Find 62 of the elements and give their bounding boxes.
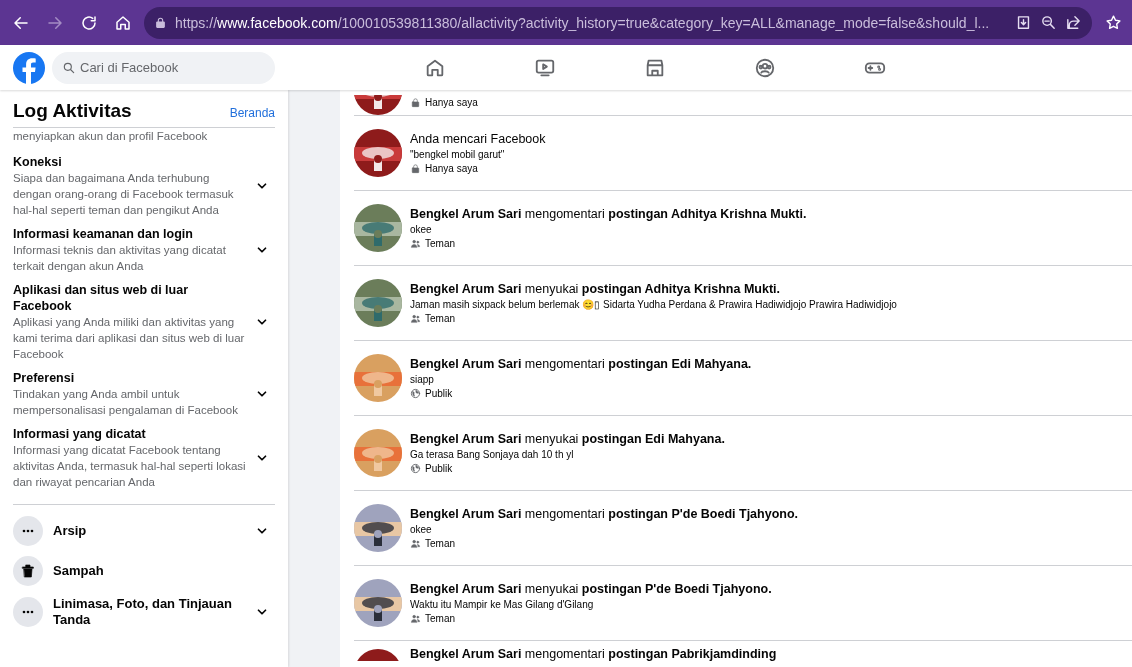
search-icon: [62, 60, 76, 75]
activity-title[interactable]: Bengkel Arum Sari menyukai postingan P'de Boedi Tjahyono.: [410, 582, 772, 596]
address-bar[interactable]: https://www.facebook.com/100010539811380/allactivity?activity_history=true&category_key=ALL&manage_mode=false&should_l...: [144, 6, 1092, 39]
privacy-label: Teman: [425, 238, 455, 249]
menu-item-label[interactable]: Linimasa, Foto, dan Tinjauan Tanda: [53, 596, 245, 628]
privacy-label: Publik: [425, 463, 453, 474]
activity-title[interactable]: Bengkel Arum Sari mengomentari postingan Adhitya Krishna Mukti.: [410, 207, 807, 221]
lock-icon: [154, 16, 167, 29]
activity-detail: okee: [410, 524, 433, 535]
section-title[interactable]: Aplikasi dan situs web di luar Facebook: [13, 282, 247, 314]
section-description: Siapa dan bagaimana Anda terhubung dengan orang-orang di Facebook termasuk hal-hal seperti teman dan pengikut Anda: [13, 171, 235, 218]
section-title[interactable]: Koneksi: [13, 154, 247, 170]
activity-title[interactable]: Bengkel Arum Sari mengomentari postingan P'de Boedi Tjahyono.: [410, 507, 799, 521]
download-icon[interactable]: [1015, 14, 1032, 31]
share-icon[interactable]: [1065, 14, 1082, 31]
privacy-label: Teman: [425, 313, 455, 324]
section-description: Tindakan yang Anda ambil untuk mempersonalisasi pengalaman di Facebook: [13, 387, 239, 418]
menu-item-label[interactable]: Arsip: [53, 523, 245, 539]
activity-detail: okee: [410, 224, 433, 235]
section-description: Informasi teknis dan aktivitas yang dicatat terkait dengan akun Anda: [13, 243, 227, 274]
lock-icon: [410, 163, 421, 174]
privacy-label: Hanya saya: [425, 163, 478, 174]
reload-icon: [80, 13, 98, 32]
activity-detail: Ga terasa Bang Sonjaya dah 10 th yl: [410, 449, 575, 460]
globe-icon: [410, 463, 421, 474]
privacy-label: Teman: [425, 613, 455, 624]
friends-icon: [410, 313, 421, 324]
home-link[interactable]: Beranda: [229, 106, 275, 120]
privacy-label: Publik: [425, 388, 453, 399]
page-title: Log Aktivitas: [13, 100, 132, 122]
section-description: Aplikasi yang Anda miliki dan aktivitas yang kami terima dari aplikasi dan situs web di luar Facebook: [13, 315, 246, 362]
section-description: menyiapkan akun dan profil Facebook: [13, 129, 209, 144]
activity-detail: siapp: [410, 374, 435, 385]
zoom-icon[interactable]: [1040, 14, 1057, 31]
activity-detail: "bengkel mobil garut": [410, 149, 506, 160]
groups-icon[interactable]: [754, 56, 776, 79]
activity-title[interactable]: Anda mencari Facebook: [410, 132, 546, 146]
friends-icon: [410, 238, 421, 249]
section-description: Informasi yang dicatat Facebook tentang aktivitas Anda, termasuk hal-hal seperti lokasi dan riwayat pencarian Anda: [13, 443, 247, 490]
url-text: https://www.facebook.com/100010539811380/allactivity?activity_history=true&category_key=ALL&manage_mode=false&should_l...: [175, 14, 991, 31]
section-title[interactable]: Informasi yang dicatat: [13, 426, 247, 442]
menu-item-label[interactable]: Sampah: [53, 563, 275, 579]
star-icon: [1104, 14, 1122, 31]
privacy-label: Teman: [425, 538, 455, 549]
activity-detail: Waktu itu Mampir ke Mas Gilang d'Gilang: [410, 599, 595, 610]
activity-detail: Jaman masih sixpack belum berlemak 😊▯ Sidarta Yudha Perdana & Prawira Hadiwidjojo Prawira Hadiwidjojo: [410, 299, 897, 310]
activity-title[interactable]: Bengkel Arum Sari menyukai postingan Adhitya Krishna Mukti.: [410, 282, 897, 296]
activity-title[interactable]: Bengkel Arum Sari menyukai postingan Edi Mahyana.: [410, 432, 725, 446]
section-title[interactable]: Informasi keamanan dan login: [13, 226, 247, 242]
friends-icon: [410, 613, 421, 624]
trash-icon: [20, 563, 36, 579]
home-icon: [114, 13, 132, 32]
globe-icon: [410, 388, 421, 399]
search-field[interactable]: Cari di Facebook: [52, 51, 275, 84]
activity-title[interactable]: Bengkel Arum Sari mengomentari postingan Pabrikjamdinding: [410, 647, 777, 661]
privacy-label: Hanya saya: [425, 97, 478, 108]
section-title[interactable]: Preferensi: [13, 370, 247, 386]
lock-icon: [410, 97, 421, 108]
facebook-logo[interactable]: [13, 51, 45, 84]
friends-icon: [410, 538, 421, 549]
activity-title[interactable]: Bengkel Arum Sari mengomentari postingan Edi Mahyana.: [410, 357, 752, 371]
trash-button[interactable]: [13, 556, 43, 586]
